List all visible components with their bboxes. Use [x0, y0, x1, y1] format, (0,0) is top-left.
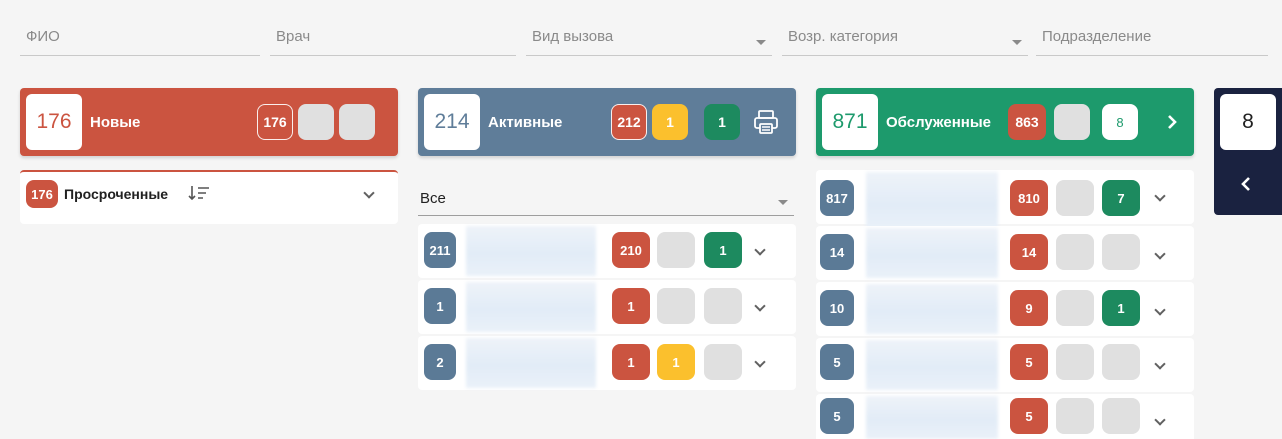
overdue-section[interactable]: 176 Просроченные — [20, 170, 398, 224]
printer-icon[interactable] — [752, 108, 780, 136]
served-row[interactable]: 5 5 — [816, 394, 1194, 439]
row-badge-yellow — [657, 232, 695, 268]
row-badge-red: 9 — [1010, 290, 1048, 326]
row-blurred-info — [466, 226, 596, 276]
row-badge-green: 1 — [704, 232, 742, 268]
filter-call-type[interactable]: Вид вызова — [526, 18, 772, 56]
row-badge-red: 210 — [612, 232, 650, 268]
column-collapsed[interactable]: 8 — [1214, 88, 1282, 215]
new-count: 176 — [26, 94, 82, 150]
active-row[interactable]: 1 1 — [418, 280, 796, 334]
row-count-badge: 211 — [424, 232, 456, 268]
served-badge-red: 863 — [1008, 104, 1046, 140]
chevron-right-icon[interactable] — [1166, 114, 1178, 130]
row-badge-yellow: 1 — [657, 344, 695, 380]
active-row[interactable]: 2 1 1 — [418, 336, 796, 390]
row-badge-green — [1102, 234, 1140, 270]
row-badge-yellow — [1056, 234, 1094, 270]
row-count-badge: 5 — [820, 398, 854, 434]
expand-chevron-icon[interactable] — [754, 356, 766, 368]
row-blurred-info — [866, 172, 998, 232]
active-row[interactable]: 211 210 1 — [418, 224, 796, 278]
row-badge-yellow — [1056, 344, 1094, 380]
overdue-count: 176 — [26, 180, 58, 208]
dropdown-arrow-icon — [1012, 40, 1022, 45]
sort-icon[interactable] — [188, 184, 210, 202]
active-filter-select[interactable]: Все — [418, 182, 794, 216]
row-badge-red: 5 — [1010, 344, 1048, 380]
filter-department[interactable]: Подразделение — [1036, 18, 1268, 56]
filter-doctor[interactable]: Врач — [270, 18, 516, 56]
filter-age-category-label: Возр. категория — [788, 28, 899, 45]
row-badge-yellow — [1056, 290, 1094, 326]
row-blurred-info — [466, 338, 596, 388]
served-row[interactable]: 5 5 — [816, 338, 1194, 392]
expand-chevron-icon[interactable] — [1154, 304, 1166, 316]
row-badge-yellow — [1056, 180, 1094, 216]
row-badge-green: 7 — [1102, 180, 1140, 216]
row-count-badge: 817 — [820, 180, 854, 216]
expand-chevron-icon[interactable] — [1154, 414, 1166, 426]
active-badge-red: 212 — [611, 104, 647, 140]
expand-chevron-icon[interactable] — [754, 300, 766, 312]
row-badge-red: 810 — [1010, 180, 1048, 216]
row-badge-green: 1 — [1102, 290, 1140, 326]
active-filter-value: Все — [420, 190, 446, 207]
row-count-badge: 2 — [424, 344, 456, 380]
served-count: 871 — [822, 94, 878, 150]
expand-chevron-icon[interactable] — [363, 187, 375, 199]
row-blurred-info — [466, 282, 596, 332]
row-blurred-info — [866, 284, 998, 334]
filter-age-category[interactable]: Возр. категория — [782, 18, 1028, 56]
expand-chevron-icon[interactable] — [1154, 358, 1166, 370]
served-title: Обслуженные — [886, 114, 991, 131]
row-badge-green — [704, 288, 742, 324]
active-badge-green: 1 — [704, 104, 740, 140]
filter-fio-label: ФИО — [26, 28, 60, 45]
active-badge-yellow: 1 — [652, 104, 688, 140]
row-badge-red: 14 — [1010, 234, 1048, 270]
served-row[interactable]: 14 14 — [816, 226, 1194, 280]
chevron-left-icon[interactable] — [1240, 176, 1252, 192]
row-blurred-info — [866, 228, 998, 278]
expand-chevron-icon[interactable] — [1154, 190, 1166, 202]
active-title: Активные — [488, 114, 563, 131]
row-badge-green — [704, 344, 742, 380]
filter-call-type-label: Вид вызова — [532, 28, 614, 45]
column-new-header[interactable]: 176 Новые 176 — [20, 88, 398, 156]
new-badge-green — [339, 104, 375, 140]
filter-department-label: Подразделение — [1042, 28, 1152, 45]
row-count-badge: 10 — [820, 290, 854, 326]
row-badge-green — [1102, 344, 1140, 380]
new-badge-red: 176 — [257, 104, 293, 140]
served-row[interactable]: 817 810 7 — [816, 170, 1194, 232]
row-badge-green — [1102, 398, 1140, 434]
overdue-label: Просроченные — [64, 186, 169, 202]
new-badge-yellow — [298, 104, 334, 140]
row-count-badge: 14 — [820, 234, 854, 270]
served-row[interactable]: 10 9 1 — [816, 282, 1194, 336]
served-badge-yellow — [1054, 104, 1090, 140]
expand-chevron-icon[interactable] — [754, 244, 766, 256]
filter-fio[interactable]: ФИО — [20, 18, 260, 56]
row-badge-yellow — [657, 288, 695, 324]
served-badge-green: 8 — [1102, 104, 1138, 140]
row-count-badge: 1 — [424, 288, 456, 324]
column-active-header[interactable]: 214 Активные 212 1 1 — [418, 88, 796, 156]
expand-chevron-icon[interactable] — [1154, 248, 1166, 260]
column-served-header[interactable]: 871 Обслуженные 863 8 — [816, 88, 1194, 156]
row-blurred-info — [866, 396, 998, 439]
row-blurred-info — [866, 340, 998, 390]
row-count-badge: 5 — [820, 344, 854, 380]
collapsed-count: 8 — [1220, 94, 1276, 150]
new-title: Новые — [90, 114, 141, 131]
row-badge-yellow — [1056, 398, 1094, 434]
row-badge-red: 1 — [612, 288, 650, 324]
active-count: 214 — [424, 94, 480, 150]
dropdown-arrow-icon — [778, 200, 788, 205]
filter-doctor-label: Врач — [276, 28, 311, 45]
row-badge-red: 1 — [612, 344, 650, 380]
dropdown-arrow-icon — [756, 40, 766, 45]
row-badge-red: 5 — [1010, 398, 1048, 434]
